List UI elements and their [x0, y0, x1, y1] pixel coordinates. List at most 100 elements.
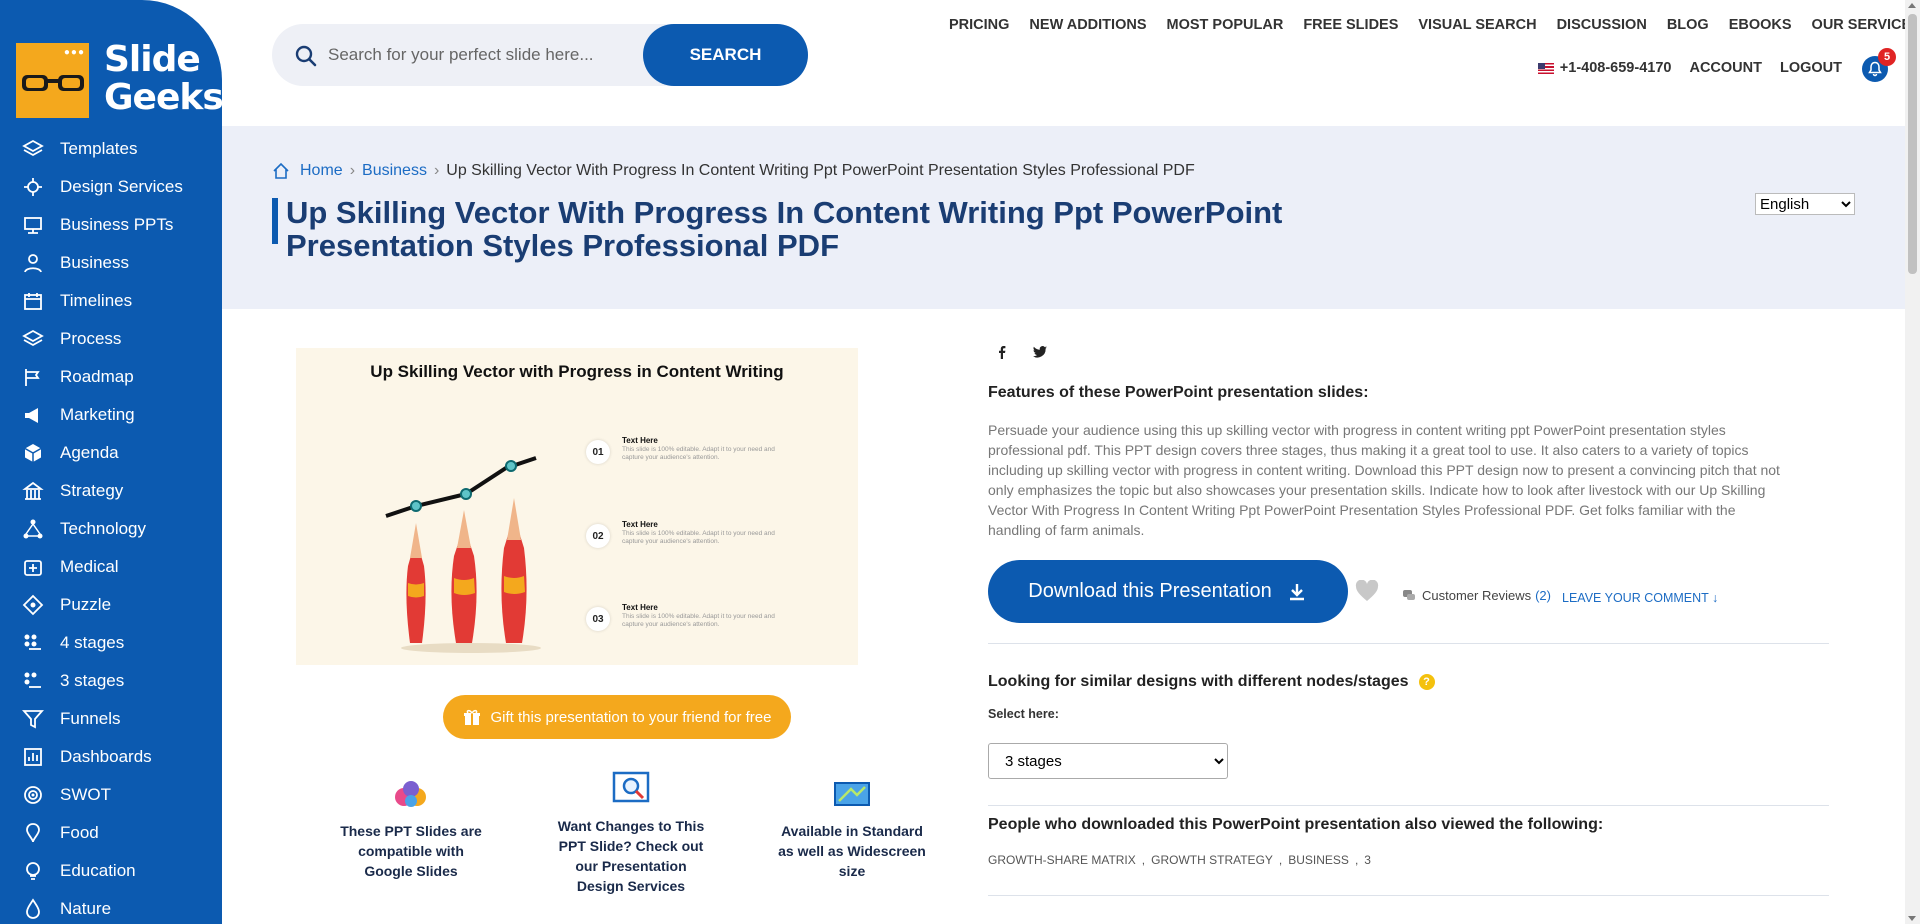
- sidebar-item-food[interactable]: Food: [0, 814, 222, 852]
- nav-free-slides[interactable]: FREE SLIDES: [1303, 17, 1398, 33]
- scrollbar-thumb[interactable]: [1908, 14, 1917, 274]
- layers-icon: [22, 329, 44, 347]
- help-icon[interactable]: ?: [1418, 674, 1435, 690]
- twitter-icon[interactable]: [1032, 344, 1048, 360]
- gift-presentation-button[interactable]: Gift this presentation to your friend fo…: [443, 695, 791, 739]
- sidebar-item-design-services[interactable]: Design Services: [0, 168, 222, 206]
- tag-separator: ,: [1278, 853, 1283, 867]
- customer-reviews-link[interactable]: Customer Reviews (2): [1402, 588, 1551, 603]
- sidebar-item-4-stages[interactable]: 4 stages: [0, 624, 222, 662]
- feature-text: Want Changes to This PPT Slide? Check ou…: [557, 818, 705, 894]
- preview-item-heading: Text Here: [622, 603, 658, 612]
- sidebar-item-business[interactable]: Business: [0, 244, 222, 282]
- search-input[interactable]: [328, 42, 628, 68]
- heart-icon[interactable]: [1355, 580, 1379, 602]
- feature-google-slides: These PPT Slides are compatible with Goo…: [336, 775, 486, 881]
- search-icon: [295, 45, 317, 67]
- sidebar-item-label: Technology: [60, 519, 147, 538]
- language-select[interactable]: English: [1755, 193, 1855, 215]
- target-icon: [24, 786, 42, 804]
- page-scrollbar[interactable]: [1905, 0, 1920, 924]
- sidebar-item-swot[interactable]: SWOT: [0, 776, 222, 814]
- nav-our-services[interactable]: OUR SERVICES ▼: [1812, 17, 1920, 33]
- title-accent-bar: [272, 198, 278, 244]
- sidebar-item-label: Timelines: [60, 291, 133, 310]
- tag-growth-share-matrix[interactable]: GROWTH-SHARE MATRIX: [988, 853, 1136, 867]
- sidebar-item-label: Nature: [60, 899, 112, 918]
- nav-discussion[interactable]: DISCUSSION: [1557, 17, 1647, 33]
- us-flag-icon: [1537, 62, 1554, 74]
- sidebar-item-roadmap[interactable]: Roadmap: [0, 358, 222, 396]
- widescreen-icon: [834, 782, 870, 806]
- search-button[interactable]: SEARCH: [643, 24, 808, 86]
- feature-text: Available in Standard as well as Widescr…: [778, 823, 926, 879]
- preview-item-body: This slide is 100% editable. Adapt it to…: [622, 446, 775, 461]
- nav-new-additions[interactable]: NEW ADDITIONS: [1029, 17, 1146, 33]
- sidebar-item-label: Puzzle: [60, 595, 112, 614]
- leave-comment-link[interactable]: LEAVE YOUR COMMENT ↓: [1562, 591, 1718, 605]
- breadcrumb-home[interactable]: Home: [300, 162, 343, 180]
- logout-link[interactable]: LOGOUT: [1780, 60, 1842, 76]
- scroll-down-arrow-icon[interactable]: [1908, 916, 1916, 921]
- account-link[interactable]: ACCOUNT: [1689, 60, 1762, 76]
- sidebar-item-agenda[interactable]: Agenda: [0, 434, 222, 472]
- sidebar-item-timelines[interactable]: Timelines: [0, 282, 222, 320]
- sidebar-item-marketing[interactable]: Marketing: [0, 396, 222, 434]
- sidebar-item-label: Education: [60, 861, 136, 880]
- feature-widescreen: Available in Standard as well as Widescr…: [777, 775, 927, 881]
- bulb-icon: [26, 862, 40, 880]
- preview-item-number: 01: [586, 440, 610, 464]
- nav-pricing[interactable]: PRICING: [949, 17, 1009, 33]
- download-button[interactable]: Download this Presentation: [988, 560, 1348, 623]
- scroll-up-arrow-icon[interactable]: [1908, 3, 1916, 8]
- preview-item-number: 02: [586, 524, 610, 548]
- sidebar-item-puzzle[interactable]: Puzzle: [0, 586, 222, 624]
- similar-heading-text: Looking for similar designs with differe…: [988, 673, 1409, 690]
- sidebar-item-strategy[interactable]: Strategy: [0, 472, 222, 510]
- tag-growth-strategy[interactable]: GROWTH STRATEGY: [1151, 853, 1273, 867]
- nav-ebooks[interactable]: EBOOKS: [1729, 17, 1792, 33]
- sidebar-item-funnels[interactable]: Funnels: [0, 700, 222, 738]
- nav-most-popular[interactable]: MOST POPULAR: [1167, 17, 1284, 33]
- notification-count-badge: 5: [1878, 48, 1896, 66]
- preview-item-number: 03: [586, 607, 610, 631]
- sidebar-item-templates[interactable]: Templates: [0, 130, 222, 168]
- product-description: Persuade your audience using this up ski…: [988, 422, 1780, 538]
- phone-number: +1-408-659-4170: [1559, 60, 1672, 76]
- sidebar-item-label: Design Services: [60, 177, 183, 196]
- tag-separator: ,: [1354, 853, 1359, 867]
- sidebar-item-nature[interactable]: Nature: [0, 890, 222, 924]
- sidebar-nav: Templates Design Services Business PPTs …: [0, 130, 222, 924]
- home-icon: [273, 162, 289, 179]
- preview-item-body: This slide is 100% editable. Adapt it to…: [622, 613, 775, 628]
- sidebar-item-dashboards[interactable]: Dashboards: [0, 738, 222, 776]
- nav-blog[interactable]: BLOG: [1667, 17, 1709, 33]
- tag-business[interactable]: BUSINESS: [1288, 853, 1349, 867]
- breadcrumb: Home › Business › Up Skilling Vector Wit…: [272, 162, 1195, 180]
- notifications-button[interactable]: 5: [1862, 48, 1896, 82]
- stages-icon: [24, 634, 41, 650]
- sidebar-item-process[interactable]: Process: [0, 320, 222, 358]
- nav-visual-search[interactable]: VISUAL SEARCH: [1418, 17, 1536, 33]
- similar-designs-heading: Looking for similar designs with differe…: [988, 673, 1435, 691]
- slide-preview[interactable]: Up Skilling Vector with Progress in Cont…: [296, 348, 858, 665]
- top-navigation: PRICING NEW ADDITIONS MOST POPULAR FREE …: [949, 17, 1920, 33]
- tag-3[interactable]: 3: [1364, 853, 1371, 867]
- breadcrumb-category[interactable]: Business: [362, 162, 427, 180]
- sidebar-item-technology[interactable]: Technology: [0, 510, 222, 548]
- phone-link[interactable]: +1-408-659-4170: [1537, 60, 1672, 76]
- also-viewed-heading: People who downloaded this PowerPoint pr…: [988, 816, 1604, 833]
- slidegeeks-logo[interactable]: ●●● Slide Geeks: [16, 41, 222, 121]
- sidebar-item-3-stages[interactable]: 3 stages: [0, 662, 222, 700]
- feature-design-services[interactable]: Want Changes to This PPT Slide? Check ou…: [556, 770, 706, 896]
- comments-icon: [1403, 590, 1415, 600]
- search-bar: SEARCH: [272, 24, 808, 86]
- sidebar-item-business-ppts[interactable]: Business PPTs: [0, 206, 222, 244]
- sidebar-item-education[interactable]: Education: [0, 852, 222, 890]
- breadcrumb-separator-icon: ›: [433, 162, 440, 179]
- sidebar-item-medical[interactable]: Medical: [0, 548, 222, 586]
- logo-line-2: Geeks: [104, 77, 222, 118]
- facebook-icon[interactable]: [994, 344, 1010, 360]
- layers-icon: [22, 139, 44, 157]
- stages-select[interactable]: 3 stages: [988, 743, 1228, 779]
